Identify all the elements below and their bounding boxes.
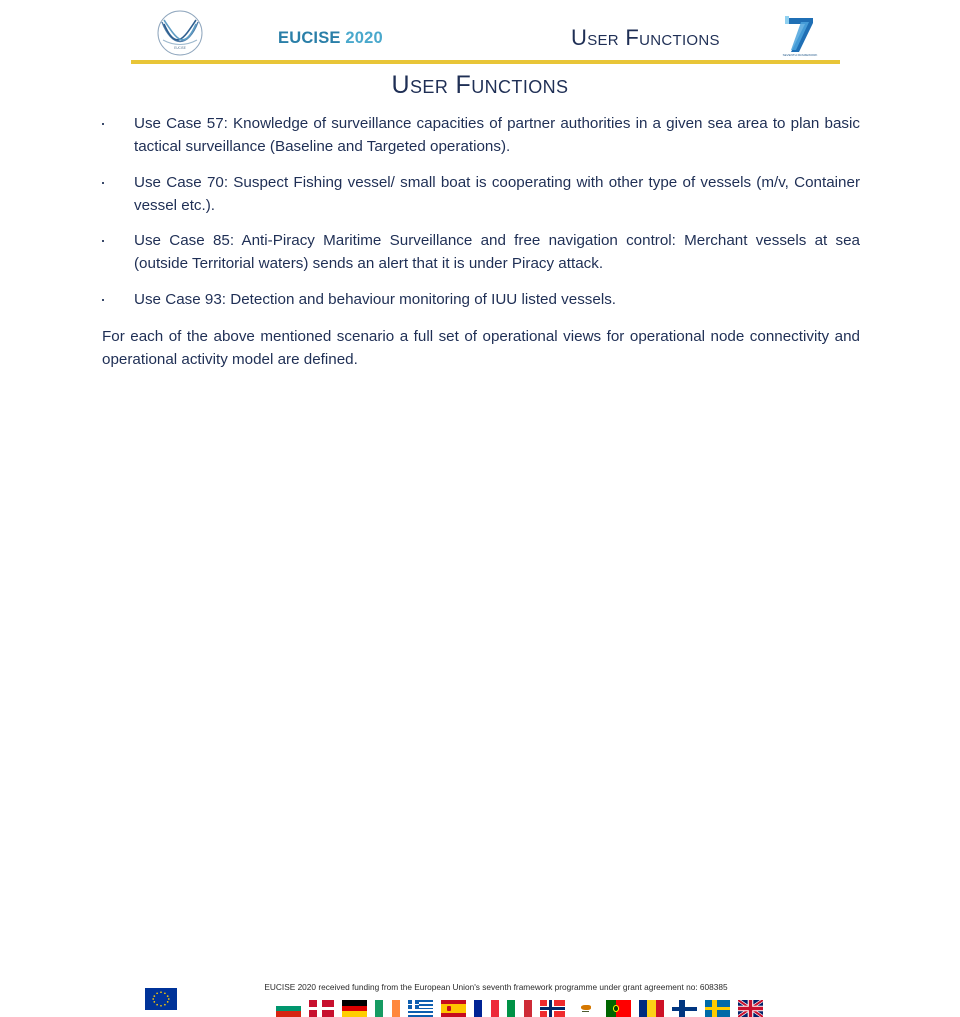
svg-text:EUCISE: EUCISE: [174, 46, 186, 50]
bullet-marker-icon: [102, 181, 104, 184]
france-flag-icon: [474, 1000, 499, 1017]
eucise-brand-primary: EUCISE: [278, 29, 341, 47]
united-kingdom-flag-icon: [738, 1000, 763, 1017]
list-item: Use Case 93: Detection and behaviour mon…: [96, 288, 860, 311]
norway-flag-icon: [540, 1000, 565, 1017]
bullet-marker-icon: [102, 123, 104, 125]
list-item-text: Use Case 70: Suspect Fishing vessel/ sma…: [134, 173, 860, 214]
cyprus-flag-icon: [573, 1000, 598, 1017]
eucise-brand: EUCISE 2020: [278, 29, 383, 48]
bulgaria-flag-icon: [276, 1000, 301, 1017]
eucise-logo-icon: EUCISE: [152, 8, 208, 58]
list-item-text: Use Case 93: Detection and behaviour mon…: [134, 290, 617, 308]
funding-note: EUCISE 2020 received funding from the Eu…: [264, 982, 728, 992]
list-item-text: Use Case 85: Anti-Piracy Maritime Survei…: [134, 232, 860, 273]
greece-flag-icon: [408, 1000, 433, 1017]
european-union-flag-icon: [145, 988, 177, 1010]
svg-text:SEVENTH FRAMEWORK: SEVENTH FRAMEWORK: [783, 53, 818, 57]
finland-flag-icon: [672, 1000, 697, 1017]
header-title: User Functions: [571, 25, 720, 50]
eucise-brand-secondary: 2020: [340, 29, 383, 47]
header-divider: [131, 60, 840, 64]
slide: EUCISE EUCISE 2020 User Functions SEVENT…: [0, 0, 960, 1017]
germany-flag-icon: [342, 1000, 367, 1017]
romania-flag-icon: [639, 1000, 664, 1017]
slide-header: EUCISE EUCISE 2020 User Functions SEVENT…: [0, 0, 960, 64]
denmark-flag-icon: [309, 1000, 334, 1017]
list-item: Use Case 70: Suspect Fishing vessel/ sma…: [96, 171, 860, 218]
list-item: Use Case 85: Anti-Piracy Maritime Survei…: [96, 229, 860, 276]
slide-content: Use Case 57: Knowledge of surveillance c…: [96, 112, 860, 371]
fp7-logo-icon: SEVENTH FRAMEWORK: [779, 12, 821, 58]
italy-flag-icon: [507, 1000, 532, 1017]
bullet-marker-icon: [102, 240, 104, 242]
sweden-flag-icon: [705, 1000, 730, 1017]
slide-footer: EUCISE 2020 received funding from the Eu…: [0, 488, 960, 1017]
spain-flag-icon: [441, 1000, 466, 1017]
page-title: User Functions: [391, 71, 569, 99]
list-item-text: Use Case 57: Knowledge of surveillance c…: [134, 115, 860, 156]
closing-paragraph: For each of the above mentioned scenario…: [102, 327, 860, 368]
ireland-flag-icon: [375, 1000, 400, 1017]
list-item: Use Case 57: Knowledge of surveillance c…: [96, 112, 860, 159]
portugal-flag-icon: [606, 1000, 631, 1017]
bullet-marker-icon: [102, 298, 104, 301]
